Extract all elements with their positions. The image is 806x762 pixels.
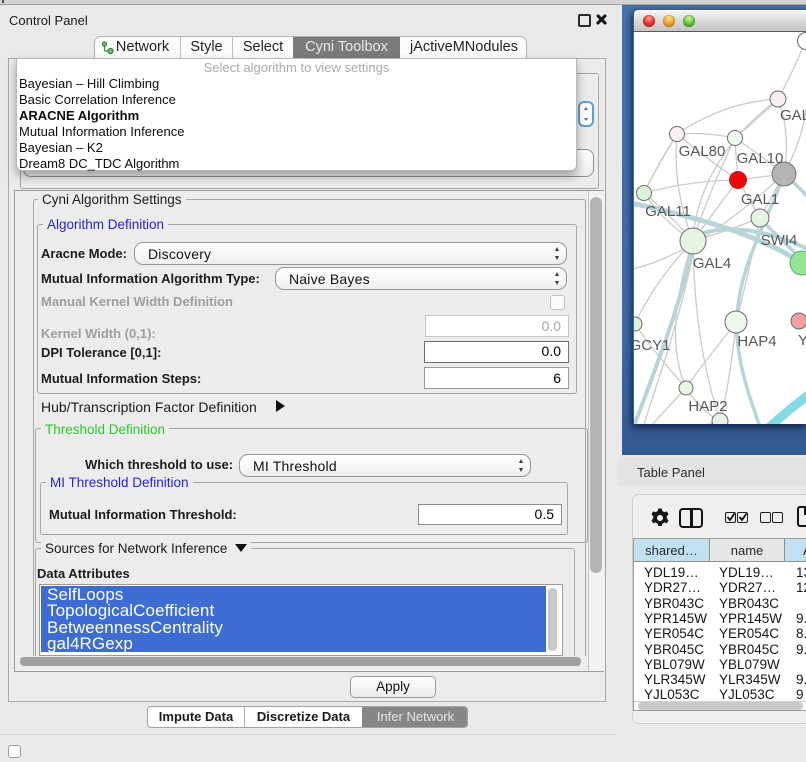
- svg-text:Y: Y: [798, 332, 806, 349]
- svg-text:GAL10: GAL10: [737, 150, 784, 167]
- svg-text:GAL4: GAL4: [693, 255, 731, 272]
- svg-text:GAL8: GAL8: [780, 107, 806, 124]
- svg-text:HAP4: HAP4: [737, 333, 776, 350]
- svg-text:HAP2: HAP2: [688, 398, 727, 415]
- svg-text:GAL1: GAL1: [741, 191, 779, 208]
- svg-text:GAL11: GAL11: [645, 203, 691, 220]
- svg-text:GCY1: GCY1: [634, 337, 670, 354]
- svg-text:GAL80: GAL80: [679, 143, 726, 160]
- svg-text:SWI4: SWI4: [761, 232, 798, 249]
